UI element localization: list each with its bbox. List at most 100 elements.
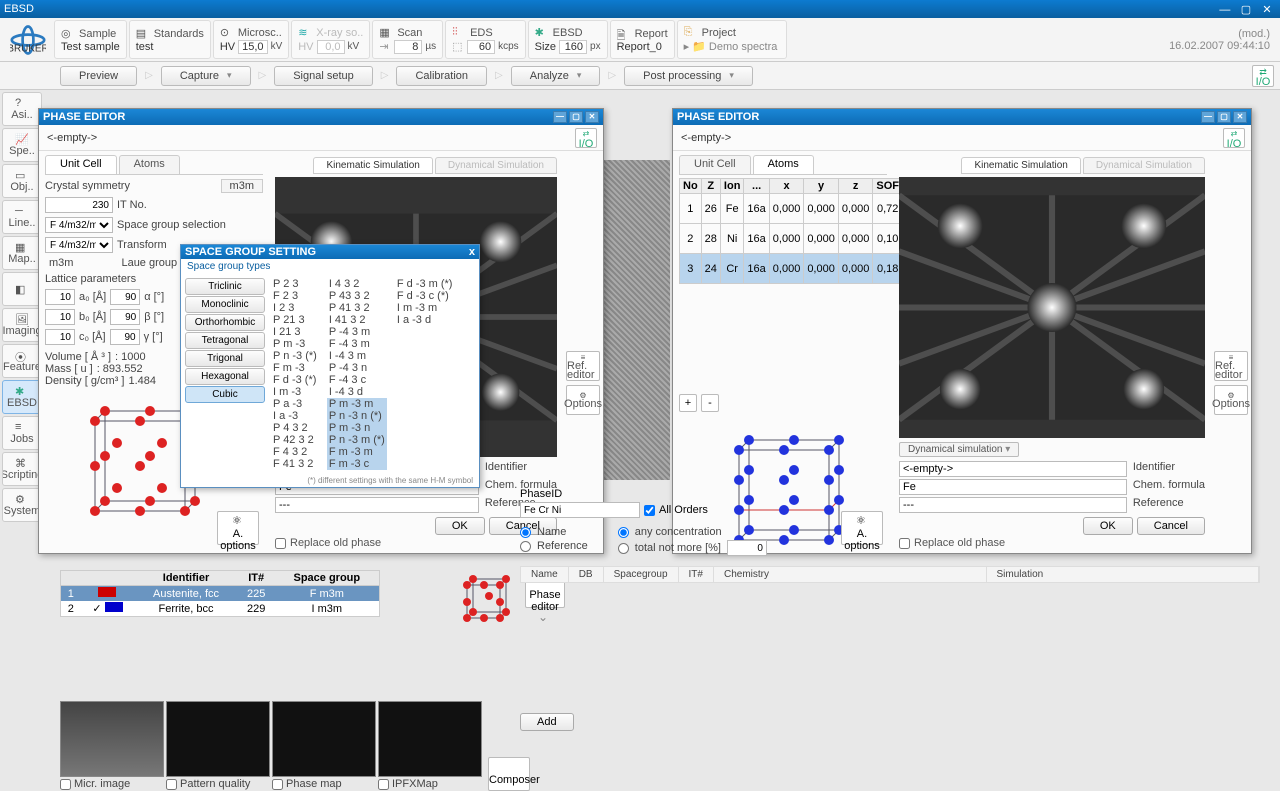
ref-editor-button-2[interactable]: ≡Ref. editor <box>1214 351 1248 381</box>
sg-select-2[interactable]: F 4/m32/m <box>45 237 113 253</box>
sg-select-1[interactable]: F 4/m32/m <box>45 217 113 233</box>
sg-entry[interactable]: P -4 3 m <box>327 326 387 338</box>
side-system[interactable]: ⚙System <box>2 488 42 522</box>
gamma-input[interactable] <box>110 329 140 345</box>
pe-close-icon[interactable]: ✕ <box>585 111 599 123</box>
sg-entry[interactable]: I a -3 d <box>395 314 455 326</box>
sg-system-hexagonal[interactable]: Hexagonal <box>185 368 265 385</box>
side-jobs[interactable]: ≡Jobs <box>2 416 42 450</box>
add-button[interactable]: Add <box>520 713 574 731</box>
tab-unitcell[interactable]: Unit Cell <box>45 155 117 174</box>
radio-anyconc[interactable] <box>618 527 629 538</box>
tab-kinematic[interactable]: Kinematic Simulation <box>313 157 432 174</box>
a0-input[interactable] <box>45 289 75 305</box>
thumb-pq[interactable] <box>166 701 270 777</box>
side-feature[interactable]: ⦿Feature <box>2 344 42 378</box>
sg-entry[interactable]: F d -3 c (*) <box>395 290 455 302</box>
add-atom-button[interactable]: + <box>679 394 697 412</box>
atom-row[interactable]: 228Ni16a0,0000,0000,0000,10 <box>680 224 928 254</box>
sg-entry[interactable]: F 2 3 <box>271 290 319 302</box>
side-scripting[interactable]: ⌘Scripting <box>2 452 42 486</box>
sg-entry[interactable]: P 41 3 2 <box>327 302 387 314</box>
sg-entry[interactable]: F -4 3 m <box>327 338 387 350</box>
sg-entry[interactable]: P 4 3 2 <box>271 422 319 434</box>
thumb-ipf[interactable] <box>378 701 482 777</box>
c0-input[interactable] <box>45 329 75 345</box>
sg-entry[interactable]: I m -3 m <box>395 302 455 314</box>
tab2-kinematic[interactable]: Kinematic Simulation <box>961 157 1080 174</box>
radio-name[interactable] <box>520 527 531 538</box>
ok-button[interactable]: OK <box>435 517 485 535</box>
pe2-max-icon[interactable]: ▢ <box>1217 111 1231 123</box>
side-ebsd[interactable]: ✱EBSD <box>2 380 42 414</box>
sg-entry[interactable]: P 21 3 <box>271 314 319 326</box>
sg-entry[interactable]: I 4 3 2 <box>327 278 387 290</box>
composer-button[interactable]: Composer <box>488 757 530 791</box>
tab2-unitcell[interactable]: Unit Cell <box>679 155 751 174</box>
sg-entry[interactable]: P m -3 n <box>327 422 387 434</box>
sg-entry[interactable]: I m -3 <box>271 386 319 398</box>
sg-entry[interactable]: F d -3 m (*) <box>395 278 455 290</box>
sg-entry[interactable]: P -4 3 n <box>327 362 387 374</box>
thumb-micr[interactable] <box>60 701 164 777</box>
pe-io-button[interactable]: ⇄I/O <box>575 128 597 148</box>
sg-entry[interactable]: P m -3 m <box>327 398 387 410</box>
sg-entry[interactable]: I 21 3 <box>271 326 319 338</box>
wf-calibration[interactable]: Calibration <box>396 66 487 86</box>
pe2-min-icon[interactable]: — <box>1201 111 1215 123</box>
close-icon[interactable]: ✕ <box>1258 3 1276 16</box>
ribbon-report[interactable]: 🗎Report Report_0 <box>610 20 675 59</box>
sg-system-cubic[interactable]: Cubic <box>185 386 265 403</box>
alpha-input[interactable] <box>110 289 140 305</box>
sg-entry[interactable]: F m -3 m <box>327 446 387 458</box>
wf-signal[interactable]: Signal setup <box>274 66 373 86</box>
side-map[interactable]: ▦Map.. <box>2 236 42 270</box>
sg-entry[interactable]: P a -3 <box>271 398 319 410</box>
radio-totnot[interactable] <box>618 543 629 554</box>
ribbon-project[interactable]: ⎘Project ▸ 📁 Demo spectra <box>677 20 787 59</box>
ref-editor-button[interactable]: ≡Ref. editor <box>566 351 600 381</box>
sg-entry[interactable]: P 43 3 2 <box>327 290 387 302</box>
phase-row[interactable]: 2✓ Ferrite, bcc229I m3m <box>61 601 379 616</box>
ribbon-xray[interactable]: ≋X-ray so.. HV0,0kV <box>291 20 370 59</box>
sg-system-triclinic[interactable]: Triclinic <box>185 278 265 295</box>
phase-row[interactable]: 1 Austenite, fcc225F m3m <box>61 586 379 602</box>
sg-entry[interactable]: F d -3 (*) <box>271 374 319 386</box>
pct-input[interactable] <box>727 540 767 556</box>
maximize-icon[interactable]: ▢ <box>1237 3 1255 16</box>
side-blank[interactable]: ◧ <box>2 272 42 306</box>
sg-entry[interactable]: F 41 3 2 <box>271 458 319 470</box>
dyn-sim-select[interactable]: Dynamical simulation <box>899 442 1019 457</box>
thumb-phase[interactable] <box>272 701 376 777</box>
sg-entry[interactable]: P 2 3 <box>271 278 319 290</box>
pe2-io-button[interactable]: ⇄I/O <box>1223 128 1245 148</box>
side-spectra[interactable]: 📈Spe.. <box>2 128 42 162</box>
sg-entry[interactable]: F -4 3 c <box>327 374 387 386</box>
phaseid-input[interactable] <box>520 502 640 518</box>
ribbon-scan[interactable]: ▦Scan ⇥8µs <box>372 20 443 59</box>
side-objects[interactable]: ▭Obj.. <box>2 164 42 198</box>
sg-system-trigonal[interactable]: Trigonal <box>185 350 265 367</box>
ribbon-sample[interactable]: ◎Sample Test sample <box>54 20 127 59</box>
wf-preview[interactable]: Preview <box>60 66 137 86</box>
identifier-input-2[interactable] <box>899 461 1127 477</box>
pe-max-icon[interactable]: ▢ <box>569 111 583 123</box>
it-no-input[interactable] <box>45 197 113 213</box>
sg-entry[interactable]: I -4 3 m <box>327 350 387 362</box>
side-line[interactable]: ─Line.. <box>2 200 42 234</box>
sg-close-icon[interactable]: x <box>469 246 475 258</box>
pe2-close-icon[interactable]: ✕ <box>1233 111 1247 123</box>
beta-input[interactable] <box>110 309 140 325</box>
sg-entry[interactable]: F m -3 c <box>327 458 387 470</box>
a-options-button[interactable]: ⚛A. options <box>217 511 259 545</box>
b0-input[interactable] <box>45 309 75 325</box>
sg-entry[interactable]: I 2 3 <box>271 302 319 314</box>
atom-row[interactable]: 324Cr16a0,0000,0000,0000,18 <box>680 254 928 284</box>
sg-entry[interactable]: F m -3 <box>271 362 319 374</box>
tab2-atoms[interactable]: Atoms <box>753 155 814 174</box>
wf-capture[interactable]: Capture <box>161 66 251 86</box>
ribbon-microscope[interactable]: ⊙Microsc.. HV15,0kV <box>213 20 289 59</box>
sg-entry[interactable]: I 41 3 2 <box>327 314 387 326</box>
sg-entry[interactable]: P n -3 (*) <box>271 350 319 362</box>
pe-min-icon[interactable]: — <box>553 111 567 123</box>
